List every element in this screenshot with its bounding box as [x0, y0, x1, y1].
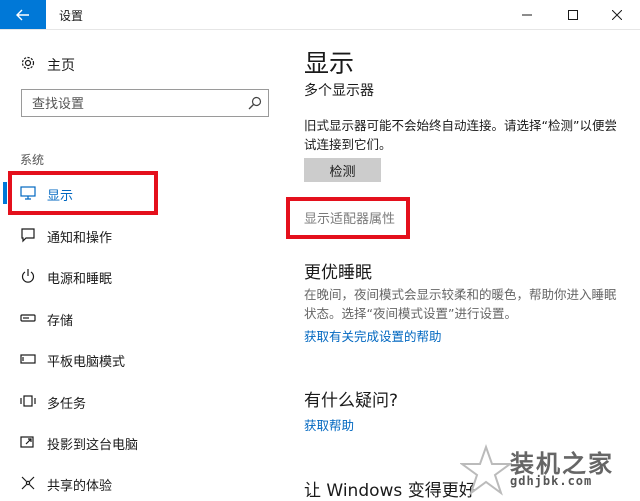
- sleep-text: 在晚间，夜间模式会显示较柔和的暖色，帮助你进入睡眠状态。选择“夜间模式设置”进行…: [304, 287, 617, 321]
- minimize-button[interactable]: [504, 0, 550, 29]
- title-bar: 设置: [0, 0, 640, 30]
- power-icon: [21, 269, 35, 283]
- sidebar-item-label: 投影到这台电脑: [47, 438, 139, 453]
- sidebar-item-storage[interactable]: 存储: [0, 301, 285, 335]
- sidebar-item-label: 多任务: [47, 397, 87, 412]
- window-title: 设置: [59, 9, 84, 23]
- display-adapter-properties-link[interactable]: 显示适配器属性: [304, 208, 395, 227]
- sidebar-home-label: 主页: [47, 58, 75, 74]
- storage-icon: [20, 314, 36, 322]
- search-input[interactable]: [30, 93, 244, 115]
- tablet-icon: [20, 354, 36, 364]
- multitask-icon: [20, 395, 36, 407]
- sleep-heading: 更优睡眠: [304, 263, 372, 283]
- sidebar: 主页 系统 显示 通知和操作 电源和睡眠: [0, 30, 285, 499]
- sidebar-item-tablet-mode[interactable]: 平板电脑模式: [0, 342, 285, 376]
- search-box[interactable]: [21, 89, 269, 117]
- maximize-icon: [568, 9, 578, 20]
- sidebar-item-label: 平板电脑模式: [47, 355, 126, 370]
- sidebar-item-project[interactable]: 投影到这台电脑: [0, 425, 285, 459]
- detect-button[interactable]: 检测: [304, 158, 381, 182]
- close-button[interactable]: [594, 0, 640, 29]
- sidebar-home[interactable]: 主页: [0, 50, 285, 78]
- watermark-url: gdhjbk.com: [510, 474, 593, 488]
- gear-icon: [21, 56, 35, 70]
- annotation-box-display: [8, 171, 158, 215]
- notification-icon: [21, 228, 35, 243]
- section-label-system: 系统: [20, 153, 45, 167]
- minimize-icon: [522, 14, 532, 15]
- question-heading: 有什么疑问?: [304, 391, 399, 411]
- sidebar-item-label: 电源和睡眠: [47, 272, 113, 287]
- sidebar-item-label: 通知和操作: [47, 231, 113, 246]
- improve-windows-heading: 让 Windows 变得更好: [304, 481, 476, 501]
- sidebar-item-power[interactable]: 电源和睡眠: [0, 259, 285, 293]
- selection-indicator: [3, 182, 7, 204]
- search-icon: [248, 96, 262, 110]
- maximize-button[interactable]: [550, 0, 596, 29]
- sidebar-item-label: 存储: [47, 314, 74, 329]
- main-content: 显示 多个显示器 旧式显示器可能不会始终自动连接。请选择“检测”以便尝试连接到它…: [285, 30, 640, 501]
- multi-display-text: 旧式显示器可能不会始终自动连接。请选择“检测”以便尝试连接到它们。: [304, 118, 617, 152]
- sidebar-item-notifications[interactable]: 通知和操作: [0, 218, 285, 252]
- star-logo-icon: [460, 444, 512, 496]
- back-button[interactable]: [0, 0, 46, 29]
- page-title: 显示: [304, 49, 355, 78]
- get-help-link[interactable]: 获取帮助: [304, 415, 354, 434]
- back-arrow-icon: [16, 9, 29, 20]
- sleep-help-link[interactable]: 获取有关完成设置的帮助: [304, 326, 442, 345]
- sidebar-item-label: 共享的体验: [47, 479, 113, 494]
- project-icon: [20, 436, 34, 448]
- shared-experience-icon: [21, 476, 35, 490]
- sidebar-item-multitasking[interactable]: 多任务: [0, 384, 285, 418]
- multi-display-heading: 多个显示器: [304, 83, 374, 99]
- watermark: 装机之家 gdhjbk.com: [452, 440, 632, 498]
- close-icon: [612, 9, 622, 20]
- sidebar-item-shared-experiences[interactable]: 共享的体验: [0, 466, 285, 500]
